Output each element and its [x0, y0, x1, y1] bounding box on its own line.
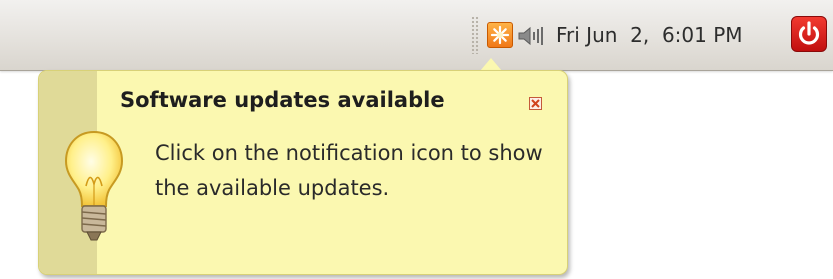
lightbulb-icon	[64, 130, 124, 241]
volume-icon[interactable]	[517, 24, 549, 48]
panel-clock[interactable]: Fri Jun 2, 6:01 PM	[556, 20, 743, 50]
power-icon[interactable]	[791, 16, 827, 52]
close-icon[interactable]	[529, 97, 542, 110]
notification-body: Click on the notification icon to show t…	[155, 141, 543, 200]
close-x-glyph	[531, 99, 540, 108]
starburst-glyph	[490, 25, 510, 45]
panel-drag-handle[interactable]	[471, 16, 479, 54]
power-glyph	[798, 21, 820, 45]
notification-title: Software updates available	[120, 88, 445, 112]
update-notification-icon[interactable]	[487, 22, 513, 48]
top-panel: Fri Jun 2, 6:01 PM	[0, 0, 833, 71]
speaker-glyph	[518, 26, 543, 46]
desktop-screen: Fri Jun 2, 6:01 PM Software updates avai…	[0, 0, 833, 279]
